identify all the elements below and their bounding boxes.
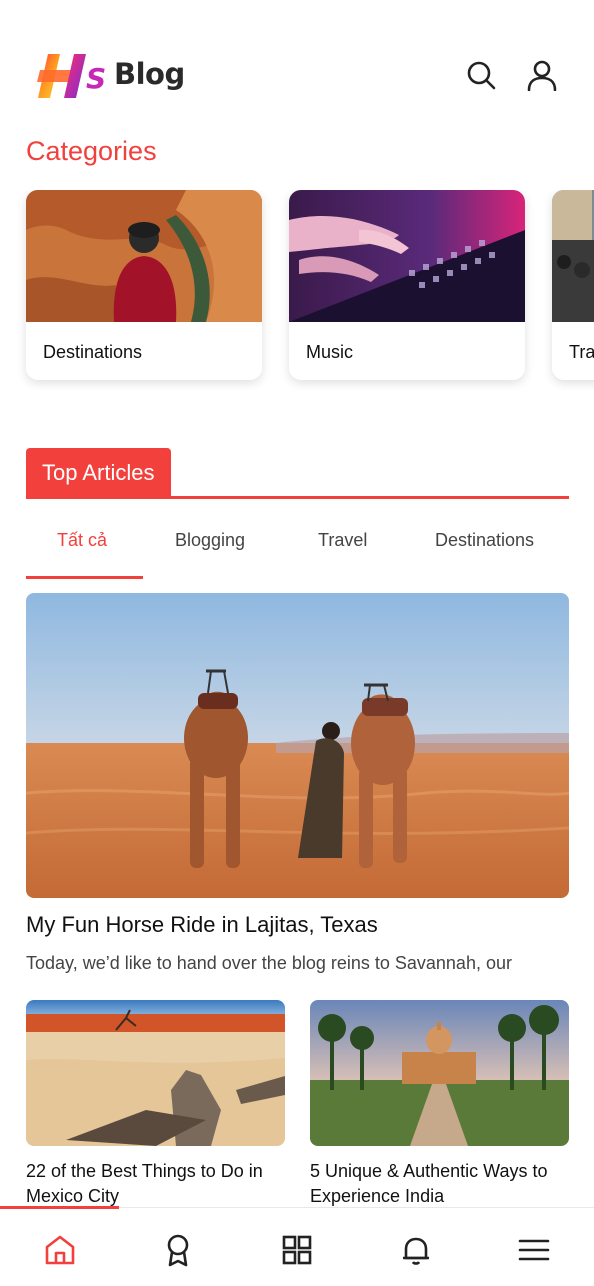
bottom-navigation — [0, 1206, 594, 1286]
active-tab-indicator — [26, 576, 143, 579]
tab-destinations[interactable]: Destinations — [435, 530, 534, 551]
section-divider — [26, 496, 569, 499]
category-label: Destinations — [43, 342, 143, 362]
search-icon[interactable] — [464, 58, 498, 92]
categories-title: Categories — [26, 136, 157, 166]
article-filter-tabs: Tất cả Blogging Travel Destinations — [26, 520, 569, 580]
featured-article-title[interactable]: My Fun Horse Ride in Lajitas, Texas — [26, 912, 378, 938]
svg-text:S: S — [86, 62, 106, 95]
tab-travel[interactable]: Travel — [318, 530, 367, 551]
app-logo[interactable]: S Blog — [36, 46, 196, 102]
home-icon[interactable] — [40, 1230, 80, 1270]
category-card-destinations[interactable]: Destinations — [26, 190, 262, 380]
grid-icon[interactable] — [277, 1230, 317, 1270]
category-card-music[interactable]: Music — [289, 190, 525, 380]
tab-all[interactable]: Tất cả — [57, 530, 107, 551]
featured-article-image[interactable] — [26, 593, 569, 898]
category-label: Music — [306, 342, 354, 362]
award-icon[interactable] — [158, 1230, 198, 1270]
app-header: S Blog — [0, 0, 594, 130]
user-icon[interactable] — [525, 58, 559, 92]
category-image-mixer — [289, 190, 525, 322]
article-title[interactable]: 5 Unique & Authentic Ways to Experience … — [310, 1159, 572, 1209]
category-image-street — [552, 190, 594, 322]
top-articles-heading: Top Articles — [26, 448, 171, 498]
categories-carousel[interactable]: Destinations Music Tra — [0, 190, 594, 390]
category-card-travel[interactable]: Tra — [552, 190, 594, 380]
category-label: Tra — [569, 342, 594, 362]
active-nav-indicator — [0, 1206, 119, 1209]
home-screen: S Blog Categories Destinations Music Tra… — [0, 0, 594, 1286]
tab-blogging[interactable]: Blogging — [175, 530, 245, 551]
category-image-canyon — [26, 190, 262, 322]
article-title[interactable]: 22 of the Best Things to Do in Mexico Ci… — [26, 1159, 288, 1209]
featured-article-excerpt: Today, we’d like to hand over the blog r… — [26, 953, 512, 973]
hs-logo-mark: S — [36, 48, 112, 100]
article-image-india[interactable] — [310, 1000, 569, 1146]
article-image-mexico[interactable] — [26, 1000, 285, 1146]
menu-icon[interactable] — [514, 1230, 554, 1270]
logo-text: Blog — [114, 57, 185, 91]
bell-icon[interactable] — [396, 1230, 436, 1270]
